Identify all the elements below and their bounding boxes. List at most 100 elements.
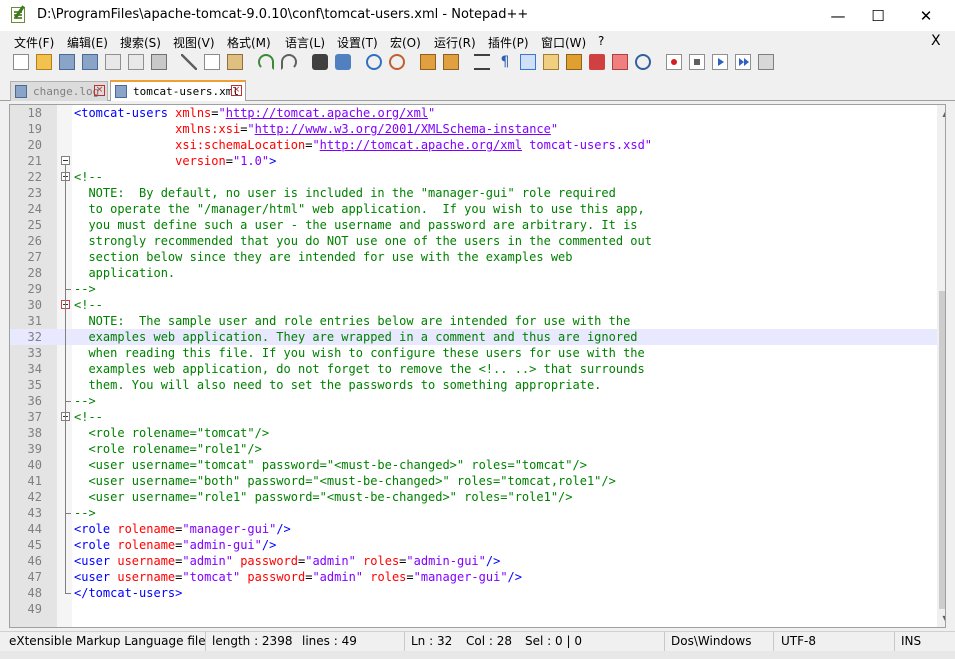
code-line[interactable]: 22 <!-- xyxy=(10,169,945,185)
new-file-icon[interactable] xyxy=(13,54,29,70)
file-type: eXtensible Markup Language file xyxy=(9,634,206,648)
menu-plugins[interactable]: 插件(P) xyxy=(488,34,529,51)
menu-run[interactable]: 运行(R) xyxy=(434,34,476,51)
run-multiple-macro-icon[interactable] xyxy=(735,54,751,70)
code-line[interactable]: 28 application. xyxy=(10,265,945,281)
scroll-down-icon[interactable]: ▼ xyxy=(937,610,945,627)
tab-close-icon[interactable]: × xyxy=(231,85,242,96)
zoom-in-icon[interactable] xyxy=(366,54,382,70)
code-line[interactable]: 45 <role rolename="admin-gui"/> xyxy=(10,537,945,553)
tab-tomcat-users-xml[interactable]: tomcat-users.xml × xyxy=(110,80,246,101)
code-line[interactable]: 18 <tomcat-users xmlns="http://tomcat.apa… xyxy=(10,105,945,121)
save-macro-icon[interactable] xyxy=(758,54,774,70)
code-line[interactable]: 27 section below since they are intended… xyxy=(10,249,945,265)
maximize-button[interactable]: ☐ xyxy=(855,0,901,31)
replace-icon[interactable] xyxy=(335,54,351,70)
scroll-up-icon[interactable]: ▲ xyxy=(937,105,945,122)
vertical-scrollbar[interactable]: ▲ ▼ xyxy=(937,105,945,627)
copy-icon[interactable] xyxy=(204,54,220,70)
indent-guide-icon[interactable] xyxy=(520,54,536,70)
tab-close-icon[interactable]: × xyxy=(94,85,105,96)
code-line[interactable]: 41 <user username="both" password="<must… xyxy=(10,473,945,489)
code-line[interactable]: 47 <user username="tomcat" password="admi… xyxy=(10,569,945,585)
stop-recording-icon[interactable] xyxy=(689,54,705,70)
code-text: <user username="tomcat" password="admin"… xyxy=(74,570,522,584)
open-file-icon[interactable] xyxy=(36,54,52,70)
code-line[interactable]: 31 NOTE: The sample user and role entrie… xyxy=(10,313,945,329)
line-number: 49 xyxy=(27,602,42,616)
code-line[interactable]: 43 --> xyxy=(10,505,945,521)
folder-as-workspace-icon[interactable] xyxy=(612,54,628,70)
find-icon[interactable] xyxy=(312,54,328,70)
code-line[interactable]: 30 <!-- xyxy=(10,297,945,313)
menu-settings[interactable]: 设置(T) xyxy=(337,34,378,51)
fold-toggle-icon[interactable] xyxy=(61,156,70,165)
close-document-button[interactable]: X xyxy=(931,33,941,49)
redo-icon[interactable] xyxy=(281,54,297,70)
save-all-icon[interactable] xyxy=(82,54,98,70)
user-defined-language-icon[interactable] xyxy=(543,54,559,70)
code-line[interactable]: 26 strongly recommended that you do NOT … xyxy=(10,233,945,249)
paste-icon[interactable] xyxy=(227,54,243,70)
code-text: <user username="both" password="<must-be… xyxy=(74,474,616,488)
close-all-icon[interactable] xyxy=(128,54,144,70)
code-line[interactable]: 35 them. You will also need to set the p… xyxy=(10,377,945,393)
menu-view[interactable]: 视图(V) xyxy=(173,34,215,51)
code-line[interactable]: 29 --> xyxy=(10,281,945,297)
code-line[interactable]: 48 </tomcat-users> xyxy=(10,585,945,601)
close-file-icon[interactable] xyxy=(105,54,121,70)
word-wrap-icon[interactable] xyxy=(474,54,490,70)
code-line[interactable]: 36 --> xyxy=(10,393,945,409)
code-line[interactable]: 34 examples web application, do not forg… xyxy=(10,361,945,377)
code-line[interactable]: 23 NOTE: By default, no user is included… xyxy=(10,185,945,201)
scrollbar-thumb[interactable] xyxy=(939,291,945,609)
function-list-icon[interactable] xyxy=(589,54,605,70)
menu-language[interactable]: 语言(L) xyxy=(285,34,325,51)
menu-window[interactable]: 窗口(W) xyxy=(541,34,586,51)
line-number: 27 xyxy=(27,250,42,264)
eol-format: Dos\Windows xyxy=(671,634,752,648)
line-number: 46 xyxy=(27,554,42,568)
code-line[interactable]: 25 you must define such a user - the use… xyxy=(10,217,945,233)
tab-bar: change.log × tomcat-users.xml × xyxy=(0,78,955,101)
document-map-icon[interactable] xyxy=(566,54,582,70)
code-text: version="1.0"> xyxy=(175,154,277,168)
code-line[interactable]: 49 xyxy=(10,601,945,617)
show-all-characters-icon[interactable]: ¶ xyxy=(497,54,513,70)
undo-icon[interactable] xyxy=(258,54,274,70)
playback-icon[interactable] xyxy=(712,54,728,70)
menu-macro[interactable]: 宏(O) xyxy=(390,34,421,51)
editor[interactable]: 18 <tomcat-users xmlns="http://tomcat.apa… xyxy=(9,104,946,628)
code-line[interactable]: 33 when reading this file. If you wish t… xyxy=(10,345,945,361)
zoom-out-icon[interactable] xyxy=(389,54,405,70)
code-line[interactable]: 42 <user username="role1" password="<mus… xyxy=(10,489,945,505)
menu-format[interactable]: 格式(M) xyxy=(227,34,271,51)
sync-vertical-icon[interactable] xyxy=(420,54,436,70)
code-line[interactable]: 38 <role rolename="tomcat"/> xyxy=(10,425,945,441)
monitoring-icon[interactable] xyxy=(635,54,651,70)
menu-file[interactable]: 文件(F) xyxy=(14,34,54,51)
code-line[interactable]: 37 <!-- xyxy=(10,409,945,425)
code-line[interactable]: 32 examples web application. They are wr… xyxy=(10,329,945,345)
code-line[interactable]: 40 <user username="tomcat" password="<mu… xyxy=(10,457,945,473)
menu-search[interactable]: 搜索(S) xyxy=(120,34,161,51)
close-button[interactable]: ✕ xyxy=(903,0,949,31)
code-line[interactable]: 46 <user username="admin" password="admin… xyxy=(10,553,945,569)
line-number: 37 xyxy=(27,410,42,424)
save-icon[interactable] xyxy=(59,54,75,70)
code-line[interactable]: 44 <role rolename="manager-gui"/> xyxy=(10,521,945,537)
code-line[interactable]: 20 xsi:schemaLocation="http://tomcat.apa… xyxy=(10,137,945,153)
code-line[interactable]: 21 version="1.0"> xyxy=(10,153,945,169)
document-length: length : 2398 xyxy=(212,634,293,648)
cut-icon[interactable] xyxy=(181,54,197,70)
line-number: 43 xyxy=(27,506,42,520)
record-macro-icon[interactable] xyxy=(666,54,682,70)
code-line[interactable]: 19 xmlns:xsi="http://www.w3.org/2001/XML… xyxy=(10,121,945,137)
tab-change-log[interactable]: change.log × xyxy=(10,81,108,101)
print-icon[interactable] xyxy=(151,54,167,70)
menu-help[interactable]: ? xyxy=(598,34,604,48)
code-line[interactable]: 39 <role rolename="role1"/> xyxy=(10,441,945,457)
code-line[interactable]: 24 to operate the "/manager/html" web ap… xyxy=(10,201,945,217)
sync-horizontal-icon[interactable] xyxy=(443,54,459,70)
menu-edit[interactable]: 编辑(E) xyxy=(67,34,108,51)
